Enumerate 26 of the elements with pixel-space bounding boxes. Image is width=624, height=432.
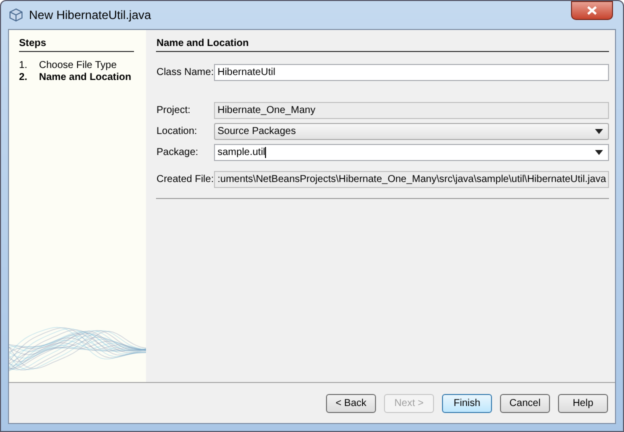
field-label: Package: — [156, 147, 200, 158]
dialog-button[interactable]: < Back — [326, 394, 376, 412]
dropdown-arrow-icon — [595, 129, 603, 134]
dialog-button[interactable]: Help — [558, 394, 608, 412]
field-label: Class Name: — [156, 67, 214, 78]
close-icon — [587, 6, 597, 15]
step-number: 2. — [19, 72, 28, 84]
panel-heading: Name and Location — [156, 38, 609, 52]
field-label: Created File: — [156, 174, 214, 185]
field-label: Project: — [156, 105, 192, 116]
steps-heading: Steps — [19, 38, 134, 52]
close-button[interactable] — [571, 1, 613, 20]
cube-icon — [9, 8, 23, 22]
field-label: Location: — [156, 126, 198, 137]
dialog-button[interactable]: Cancel — [500, 394, 550, 412]
step-number: 1. — [19, 60, 28, 72]
readonly-field: Hibernate_One_Many — [214, 102, 609, 119]
text-field[interactable]: HibernateUtil — [214, 64, 609, 81]
combo-box[interactable]: sample.util — [214, 144, 609, 161]
dialog-button[interactable]: Finish — [442, 394, 492, 412]
readonly-field: :uments\NetBeansProjects\Hibernate_One_Many\src\java\sample\util\HibernateUtil.java — [214, 171, 609, 188]
dropdown-arrow-icon — [595, 150, 603, 155]
step-label: Name and Location — [39, 72, 132, 84]
window-title: New HibernateUtil.java — [29, 8, 152, 22]
dropdown[interactable]: Source Packages — [214, 123, 609, 140]
step-label: Choose File Type — [39, 60, 117, 72]
